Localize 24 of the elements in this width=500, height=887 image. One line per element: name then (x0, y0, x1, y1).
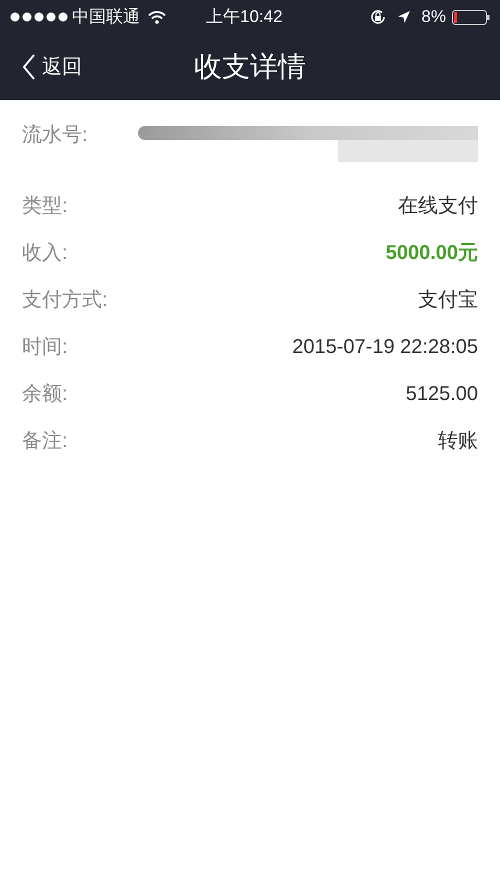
chevron-left-icon (22, 54, 36, 80)
page-title: 收支详情 (194, 50, 306, 84)
detail-label: 余额: (22, 382, 68, 406)
detail-label: 时间: (22, 334, 68, 360)
detail-value: 5125.00 (406, 382, 478, 406)
battery-icon (452, 10, 490, 24)
back-button[interactable]: 返回 (22, 52, 82, 82)
detail-label: 类型: (22, 194, 68, 218)
detail-label: 收入: (22, 240, 68, 266)
wifi-icon (148, 10, 166, 24)
carrier-name: 中国联通 (72, 6, 140, 28)
signal-icon (10, 12, 68, 22)
location-icon (397, 10, 412, 24)
battery-percent: 8% (421, 6, 446, 28)
detail-label: 备注: (22, 428, 68, 454)
detail-value: 2015-07-19 22:28:05 (292, 334, 478, 360)
detail-value: 在线支付 (398, 194, 478, 218)
detail-label: 流水号: (22, 123, 88, 148)
detail-value: 转账 (438, 428, 478, 454)
clock-time: 上午10:42 (206, 6, 283, 28)
detail-label: 支付方式: (22, 288, 108, 312)
amount-value: 5000.00元 (386, 240, 478, 266)
detail-value: 支付宝 (418, 288, 478, 312)
rotation-lock-icon (369, 8, 388, 26)
